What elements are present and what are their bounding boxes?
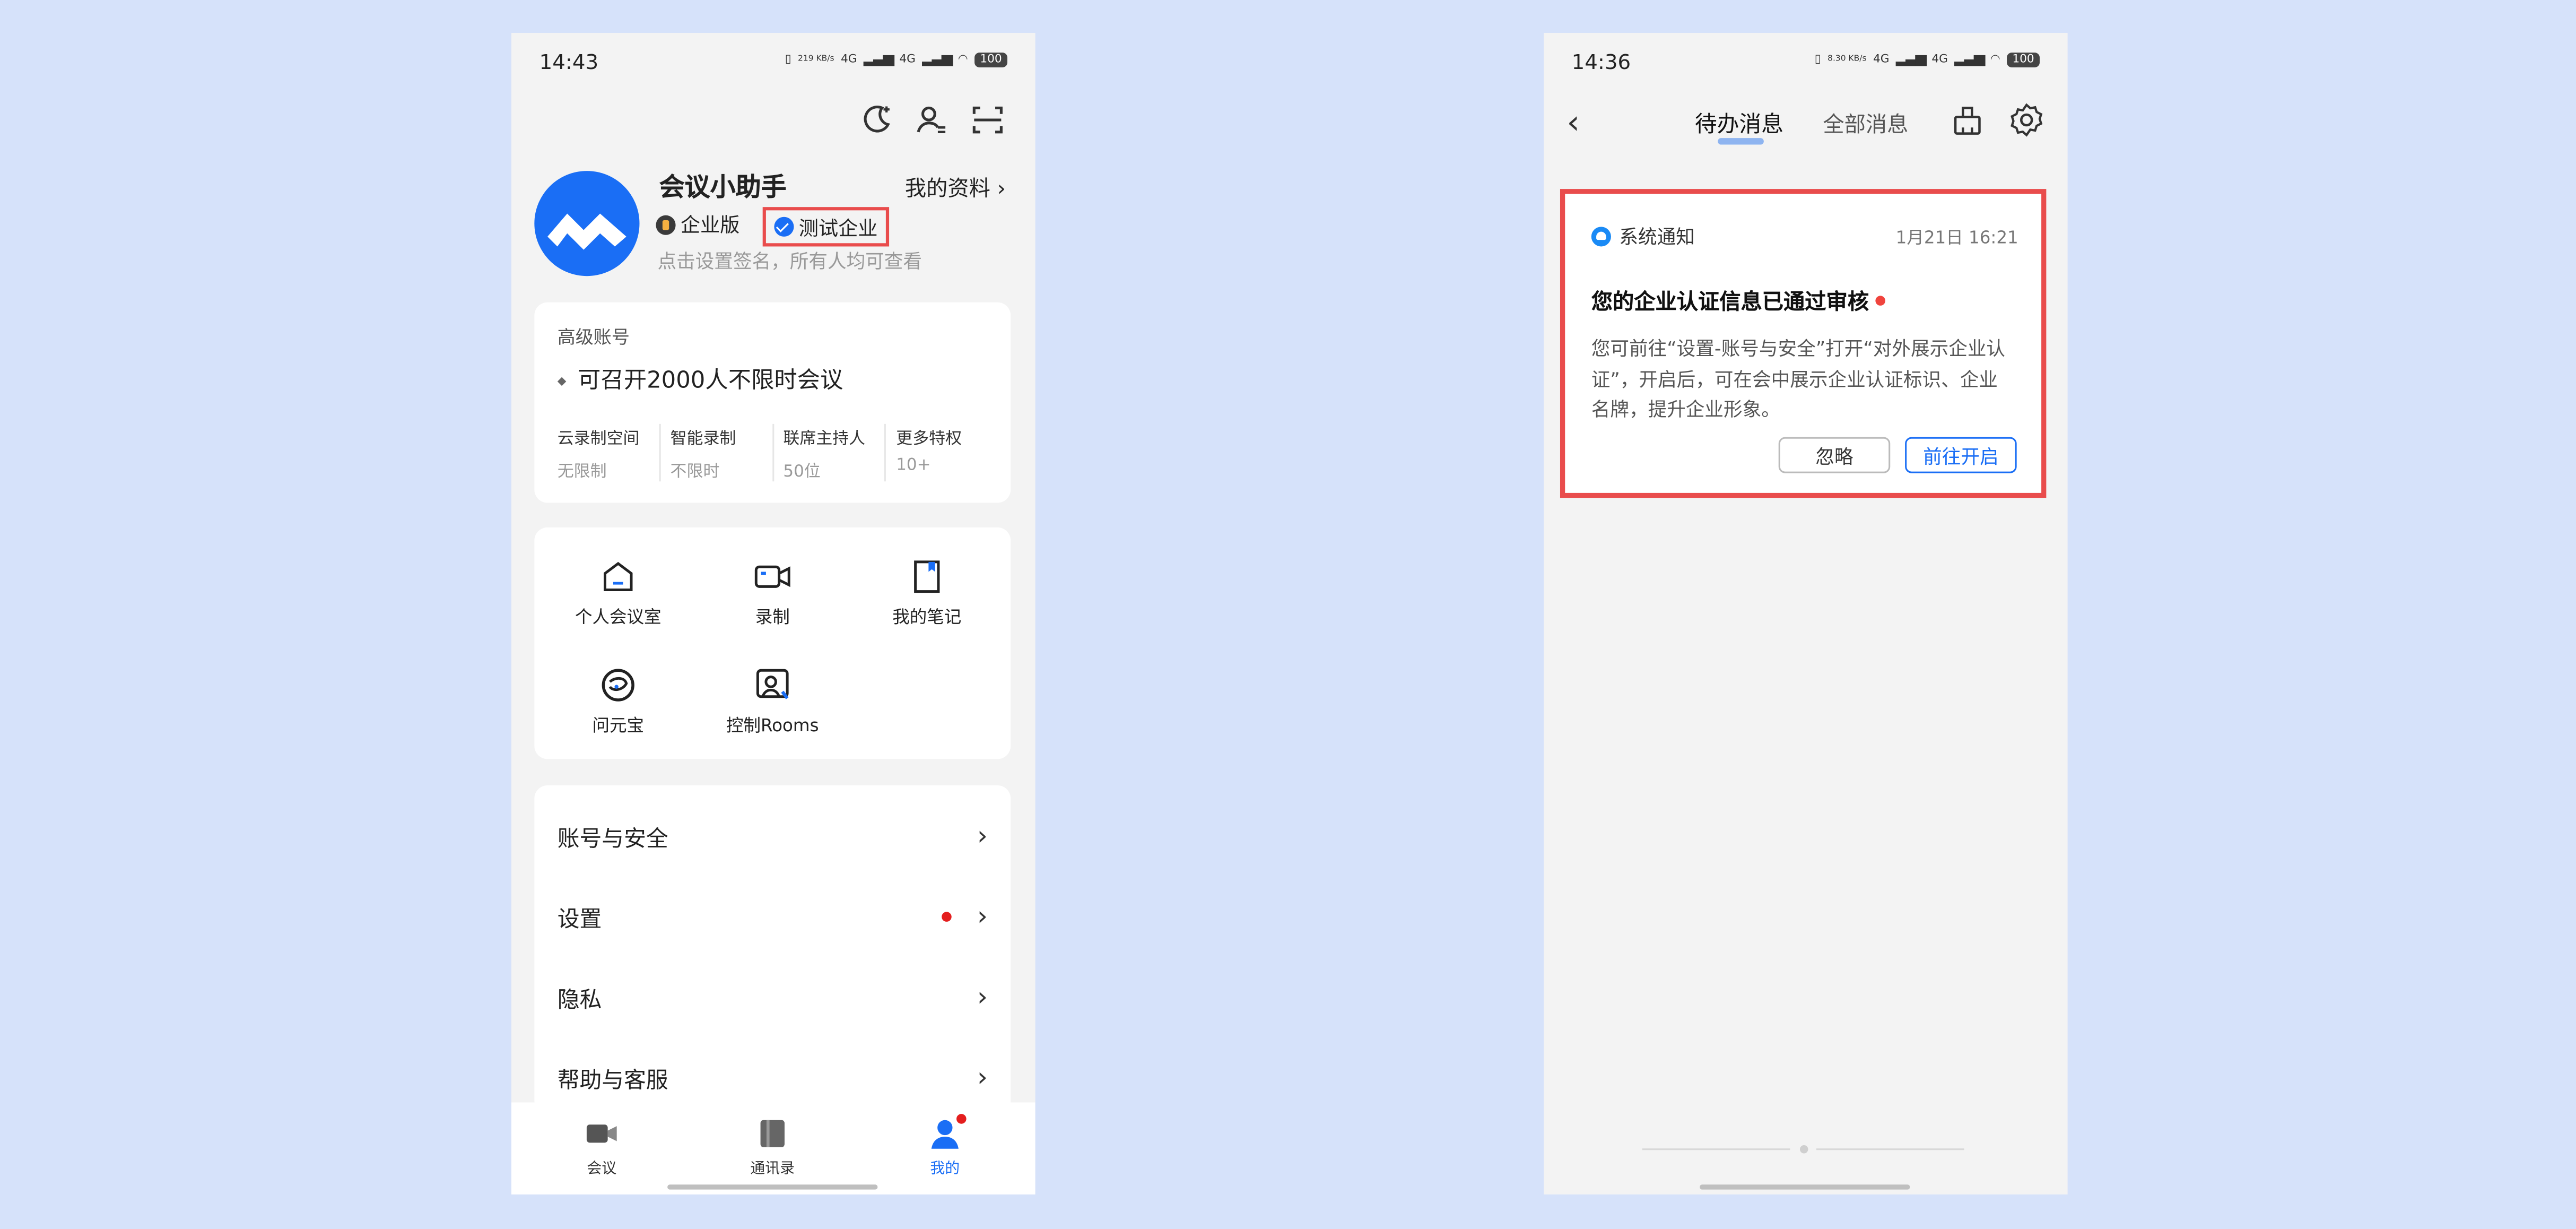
tab-me[interactable]: 我的: [880, 1115, 1011, 1178]
back-icon[interactable]: ‹: [1567, 102, 1580, 141]
dark-mode-icon[interactable]: [858, 102, 894, 138]
battery-icon: 100: [974, 51, 1007, 67]
system-notice-card[interactable]: 系统通知 1月21日 16:21 您的企业认证信息已通过审核 您可前往“设置-账…: [1560, 189, 2047, 498]
edition-badge[interactable]: 企业版: [656, 210, 739, 238]
yuanbao-icon: [602, 669, 634, 702]
phone-profile-screen: 14:43 ▯ 219 KB/s 4G ▂▃▅ 4G ▂▃▅ ◠ 100 会议小…: [511, 33, 1035, 1195]
meeting-icon: [586, 1124, 617, 1143]
ignore-button[interactable]: 忽略: [1778, 437, 1891, 473]
wifi-icon: ◠: [1990, 53, 2000, 66]
enterprise-coin-icon: [656, 214, 676, 235]
menu-settings[interactable]: 设置 ›: [558, 879, 988, 959]
tab-contacts[interactable]: 通讯录: [707, 1115, 838, 1178]
vibrate-icon: ▯: [1814, 53, 1821, 66]
perk-item: 智能录制 不限时: [658, 423, 772, 482]
premium-account-card[interactable]: 高级账号 可召开2000人不限时会议 云录制空间无限制 智能录制不限时 联席主持…: [534, 302, 1011, 503]
phone-messages-screen: 14:36 ▯ 8.30 KB/s 4G ▂▃▅ 4G ▂▃▅ ◠ 100 ‹ …: [1544, 33, 2068, 1195]
rooms-control-icon: [756, 669, 789, 699]
signal-icon-2: ▂▃▅: [1954, 51, 1985, 68]
net-type: 4G: [840, 53, 857, 66]
status-time: 14:43: [539, 49, 599, 74]
notice-source: 系统通知: [1591, 223, 1695, 250]
net-type-2: 4G: [899, 53, 916, 66]
wifi-icon: ◠: [958, 53, 968, 66]
go-enable-button[interactable]: 前往开启: [1905, 437, 2017, 473]
settings-menu: 账号与安全 › 设置 › 隐私 › 帮助与客服 ›: [534, 785, 1011, 1114]
chevron-right-icon: ›: [977, 1061, 988, 1093]
home-indicator: [1700, 1184, 1910, 1190]
feature-notes[interactable]: 我的笔记: [853, 557, 1001, 629]
chevron-right-icon: ›: [977, 819, 988, 851]
clean-broom-icon[interactable]: [1950, 102, 1986, 138]
feature-control-rooms[interactable]: 控制Rooms: [699, 665, 847, 738]
bell-icon: [1591, 227, 1611, 247]
chevron-right-icon: ›: [977, 981, 988, 1012]
active-tab-indicator: [1718, 138, 1764, 145]
home-indicator: [667, 1184, 878, 1190]
status-time: 14:36: [1571, 49, 1631, 74]
status-bar: 14:36 ▯ 8.30 KB/s 4G ▂▃▅ 4G ▂▃▅ ◠ 100: [1544, 33, 2068, 92]
tab-todo-messages[interactable]: 待办消息: [1695, 105, 1783, 139]
battery-icon: 100: [2007, 51, 2040, 67]
video-camera-icon: [754, 565, 790, 588]
company-badge[interactable]: 测试企业: [762, 207, 890, 247]
scan-icon[interactable]: [970, 102, 1006, 138]
notice-body: 您可前往“设置-账号与安全”打开“对外展示企业认证”，开启后，可在会中展示企业认…: [1591, 336, 2006, 421]
signal-icon: ▂▃▅: [863, 51, 894, 68]
contacts-book-icon: [760, 1120, 785, 1147]
feature-yuanbao[interactable]: 问元宝: [544, 665, 692, 738]
bottom-tab-bar: 会议 通讯录 我的: [511, 1102, 1035, 1195]
signature-hint[interactable]: 点击设置签名，所有人均可查看: [658, 248, 922, 275]
vibrate-icon: ▯: [785, 53, 791, 66]
menu-account-security[interactable]: 账号与安全 ›: [558, 799, 988, 879]
tab-all-messages[interactable]: 全部消息: [1823, 107, 1908, 138]
feature-personal-room[interactable]: 个人会议室: [544, 557, 692, 629]
add-contact-icon[interactable]: [914, 102, 950, 138]
chevron-right-icon: ›: [977, 900, 988, 932]
perk-item: 更多特权 10+: [884, 423, 998, 482]
perk-item: 云录制空间 无限制: [557, 430, 640, 482]
perk-item: 联席主持人 50位: [771, 423, 885, 482]
signal-icon: ▂▃▅: [1895, 51, 1927, 68]
page-indicator: [1642, 1145, 1964, 1154]
unread-dot: [1875, 296, 1886, 306]
notification-dot: [942, 912, 952, 922]
menu-privacy[interactable]: 隐私 ›: [558, 959, 988, 1040]
note-icon: [914, 560, 940, 593]
avatar[interactable]: [534, 171, 640, 276]
notice-date: 1月21日 16:21: [1895, 228, 2018, 248]
verified-icon: [774, 217, 794, 237]
gear-icon[interactable]: [2008, 102, 2044, 138]
net-speed: 8.30 KB/s: [1827, 53, 1867, 64]
signal-icon-2: ▂▃▅: [922, 51, 953, 68]
premium-title: 高级账号: [557, 327, 630, 349]
net-type-2: 4G: [1931, 53, 1948, 66]
message-nav: ‹ 待办消息 全部消息: [1544, 102, 2068, 161]
net-type: 4G: [1873, 53, 1890, 66]
status-bar: 14:43 ▯ 219 KB/s 4G ▂▃▅ 4G ▂▃▅ ◠ 100: [511, 33, 1035, 92]
notice-title: 您的企业认证信息已通过审核: [1591, 284, 1886, 316]
my-profile-link[interactable]: 我的资料 ›: [905, 171, 1006, 202]
net-speed: 219 KB/s: [798, 53, 834, 64]
premium-headline: 可召开2000人不限时会议: [558, 363, 843, 396]
tab-badge-dot: [956, 1114, 967, 1124]
tab-meeting[interactable]: 会议: [536, 1115, 667, 1178]
feature-grid: 个人会议室 录制 我的笔记 问元宝 控制Rooms: [534, 527, 1011, 759]
home-icon: [603, 561, 633, 592]
feature-recording[interactable]: 录制: [699, 557, 847, 629]
user-name: 会议小助手: [659, 172, 787, 202]
